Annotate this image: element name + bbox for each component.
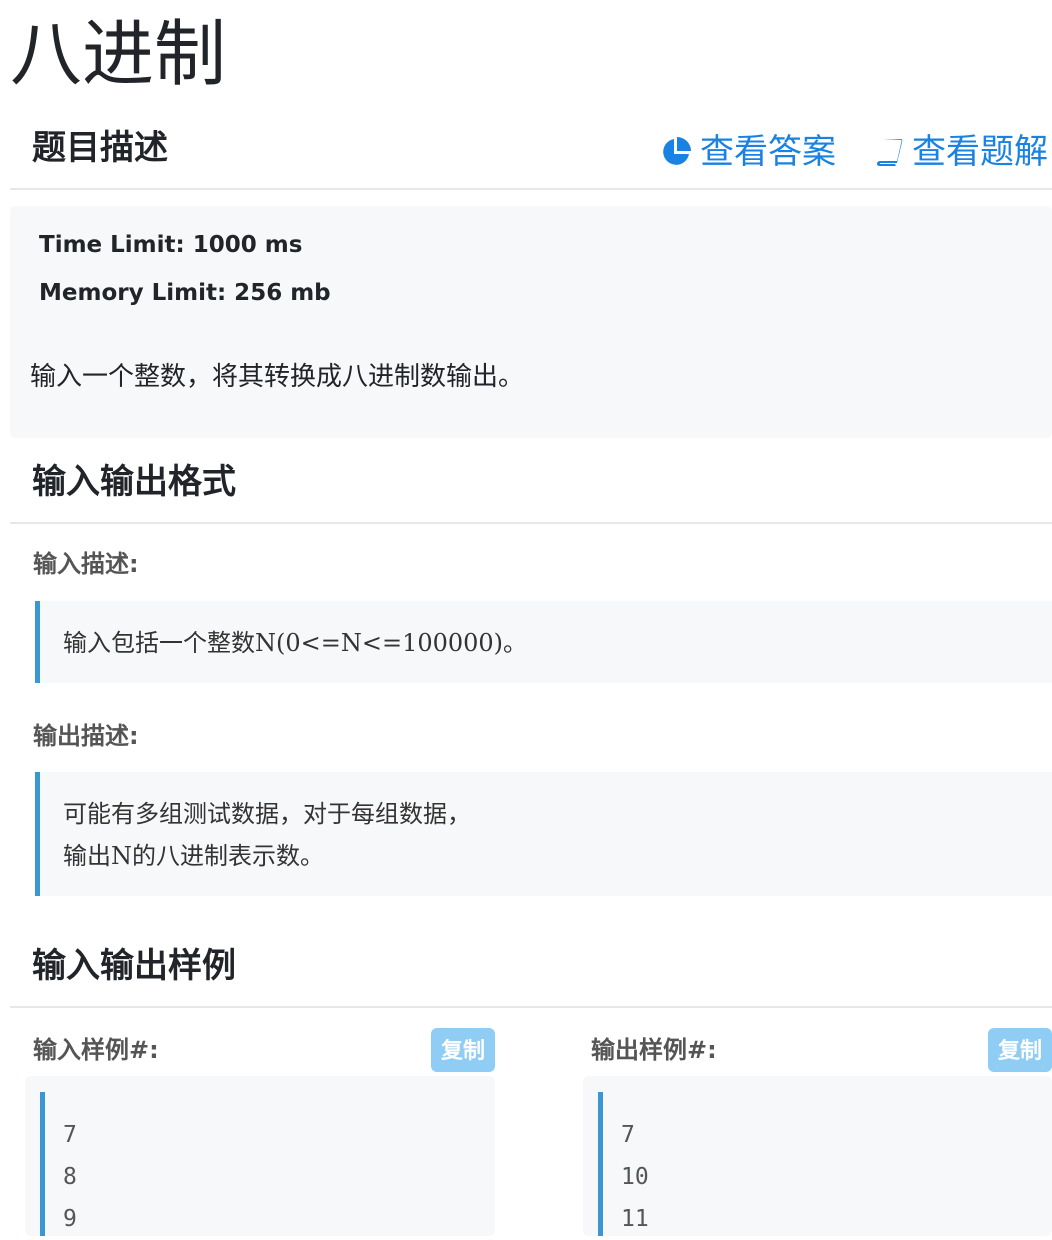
- copy-input-button[interactable]: 复制: [431, 1028, 495, 1072]
- input-description-text: 输入包括一个整数N(0<=N<=100000)。: [63, 629, 528, 657]
- input-description-label: 输入描述:: [33, 550, 139, 578]
- output-sample-label: 输出样例#:: [591, 1036, 717, 1064]
- description-panel: Time Limit: 1000 ms Memory Limit: 256 mb…: [10, 206, 1052, 438]
- view-solution-label: 查看题解: [912, 132, 1048, 172]
- code-accent-bar: [598, 1092, 603, 1236]
- code-line: 7: [621, 1122, 635, 1148]
- book-icon: [877, 139, 903, 166]
- pie-chart-icon: [663, 137, 691, 165]
- code-accent-bar: [40, 1092, 45, 1236]
- io-format-heading: 输入输出格式: [32, 462, 236, 502]
- io-format-header: 输入输出格式: [10, 458, 1052, 524]
- input-description-block: 输入包括一个整数N(0<=N<=100000)。: [35, 601, 1052, 683]
- code-line: 9: [63, 1206, 77, 1232]
- view-answer-label: 查看答案: [700, 132, 836, 172]
- output-description-label: 输出描述:: [33, 722, 139, 750]
- header-links: 查看答案 查看题解: [660, 130, 1048, 174]
- samples-heading: 输入输出样例: [32, 946, 236, 986]
- output-description-block: 可能有多组测试数据，对于每组数据， 输出N的八进制表示数。: [35, 772, 1052, 896]
- copy-output-button[interactable]: 复制: [988, 1028, 1052, 1072]
- view-answer-link[interactable]: 查看答案: [660, 130, 836, 174]
- output-sample-code[interactable]: 7 10 11: [583, 1076, 1052, 1236]
- samples-header: 输入输出样例: [10, 942, 1052, 1008]
- code-line: 8: [63, 1164, 77, 1190]
- view-solution-link[interactable]: 查看题解: [874, 130, 1048, 174]
- description-text: 输入一个整数，将其转换成八进制数输出。: [30, 362, 525, 392]
- description-header: 题目描述 查看答案 查看题解: [10, 124, 1052, 190]
- page-title: 八进制: [10, 12, 227, 96]
- code-line: 11: [621, 1206, 649, 1232]
- memory-limit: Memory Limit: 256 mb: [39, 280, 331, 306]
- input-sample-label: 输入样例#:: [33, 1036, 159, 1064]
- time-limit: Time Limit: 1000 ms: [39, 232, 303, 258]
- output-description-line: 可能有多组测试数据，对于每组数据，: [63, 800, 471, 828]
- output-description-line: 输出N的八进制表示数。: [63, 842, 324, 870]
- code-line: 7: [63, 1122, 77, 1148]
- input-sample-code[interactable]: 7 8 9: [25, 1076, 495, 1236]
- code-line: 10: [621, 1164, 649, 1190]
